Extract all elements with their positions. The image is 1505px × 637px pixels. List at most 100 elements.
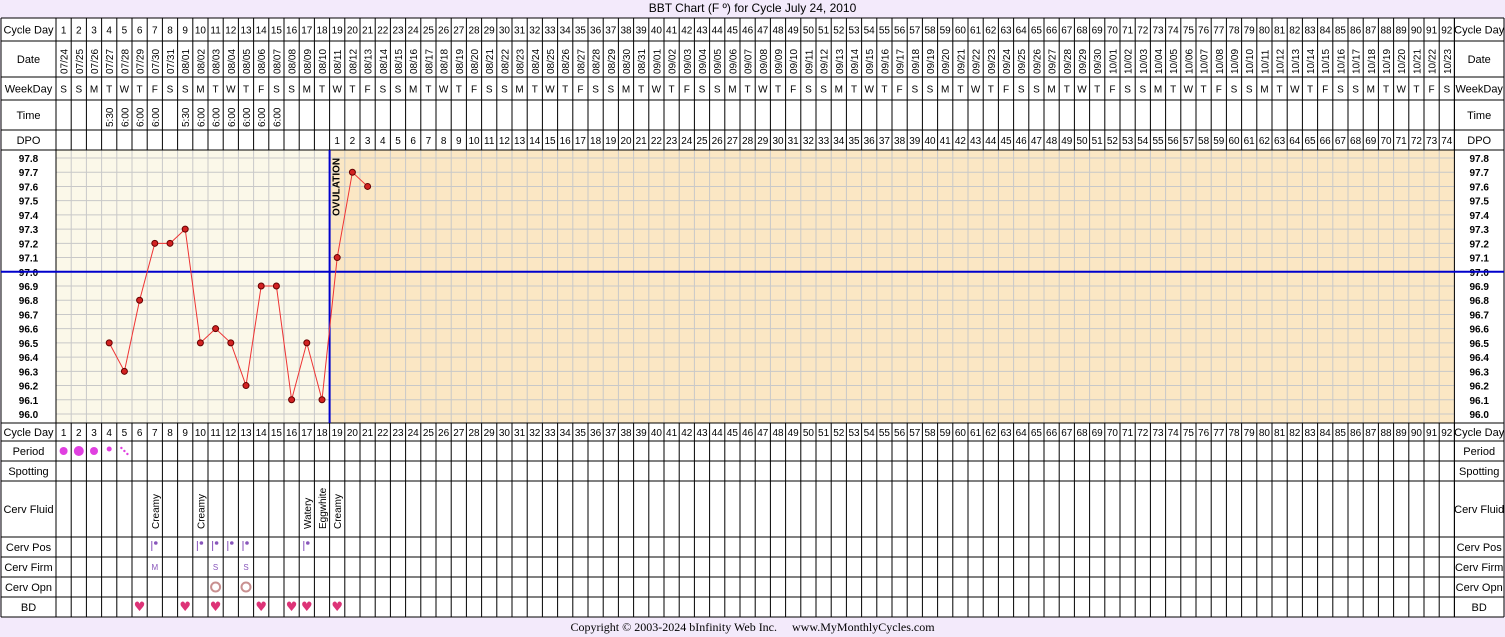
weekday-label: T: [243, 85, 249, 96]
cycle-day-number: 2: [76, 428, 82, 439]
cycle-day-number: 15: [271, 428, 283, 439]
cycle-day-number: 60: [955, 428, 967, 439]
weekday-label: W: [120, 85, 130, 96]
date-label: 07/30: [151, 49, 162, 74]
y-tick-right: 97.0: [1469, 268, 1489, 279]
cycle-day-number: 77: [1213, 26, 1225, 37]
y-tick-left: 97.7: [19, 168, 39, 179]
y-tick-left: 96.1: [19, 396, 39, 407]
date-label: 08/25: [546, 49, 557, 74]
weekday-label: S: [1231, 85, 1238, 96]
weekday-label: W: [652, 85, 662, 96]
row-label-right: Cerv Pos: [1457, 542, 1503, 554]
cycle-day-number: 7: [152, 428, 158, 439]
dpo-number: 34: [833, 136, 845, 147]
cycle-day-number: 53: [848, 428, 860, 439]
cycle-day-number: 7: [152, 26, 158, 37]
cycle-day-number: 56: [894, 428, 906, 439]
cycle-day-number: 61: [970, 428, 982, 439]
cycle-day-number: 90: [1411, 428, 1423, 439]
dpo-number: 41: [940, 136, 952, 147]
dpo-number: 55: [1152, 136, 1164, 147]
row-label-left: Period: [13, 446, 45, 458]
date-label: 08/10: [318, 49, 329, 74]
row-label-left: Cerv Pos: [6, 542, 52, 554]
weekday-label: F: [152, 85, 158, 96]
cycle-day-number: 52: [833, 26, 845, 37]
cycle-day-number: 76: [1198, 26, 1210, 37]
date-label: 07/31: [166, 49, 177, 74]
cycle-day-number: 91: [1426, 428, 1438, 439]
bd-heart-icon: ♥: [210, 600, 222, 615]
dpo-number: 23: [666, 136, 678, 147]
cycle-day-number: 74: [1168, 26, 1180, 37]
cycle-day-number: 10: [195, 428, 207, 439]
cycle-day-number: 75: [1183, 26, 1195, 37]
weekday-label: T: [638, 85, 644, 96]
copyright-text: Copyright © 2003-2024 bInfinity Web Inc.: [570, 620, 778, 634]
cycle-day-number: 42: [681, 428, 693, 439]
cycle-day-number: 37: [605, 428, 617, 439]
cycle-day-number: 82: [1289, 26, 1301, 37]
dpo-number: 56: [1168, 136, 1180, 147]
cycle-day-number: 32: [529, 26, 541, 37]
cycle-day-number: 69: [1092, 428, 1104, 439]
weekday-label: M: [1047, 85, 1055, 96]
date-label: 10/14: [1306, 49, 1317, 74]
date-label: 08/30: [622, 49, 633, 74]
cycle-day-number: 23: [392, 26, 404, 37]
row-label-left: Cycle Day: [3, 427, 54, 439]
cycle-day-number: 30: [499, 26, 511, 37]
date-label: 08/19: [455, 49, 466, 74]
cycle-day-number: 50: [803, 26, 815, 37]
cycle-day-number: 60: [955, 26, 967, 37]
dpo-number: 54: [1137, 136, 1149, 147]
dpo-number: 65: [1304, 136, 1316, 147]
weekday-label: S: [288, 85, 295, 96]
date-label: 10/06: [1184, 49, 1195, 74]
cycle-day-number: 54: [864, 428, 876, 439]
y-tick-left: 97.2: [19, 239, 39, 250]
date-label: 08/07: [272, 49, 283, 74]
dpo-number: 60: [1228, 136, 1240, 147]
row-label-left: Time: [16, 110, 40, 122]
site-link[interactable]: www.MyMonthlyCycles.com: [792, 620, 935, 634]
row-label-right: Cerv Fluid: [1454, 504, 1504, 516]
temperature-point: [136, 296, 144, 304]
row-label-right: Time: [1467, 110, 1491, 122]
date-label: 09/03: [683, 49, 694, 74]
dpo-number: 14: [529, 136, 541, 147]
dpo-number: 22: [651, 136, 663, 147]
y-tick-right: 96.9: [1469, 282, 1489, 293]
cycle-day-number: 49: [788, 428, 800, 439]
dpo-number: 21: [636, 136, 648, 147]
date-label: 09/04: [698, 49, 709, 74]
cycle-day-number: 79: [1244, 26, 1256, 37]
row-label-right: BD: [1472, 602, 1487, 614]
temperature-point: [227, 339, 235, 347]
cycle-day-number: 15: [271, 26, 283, 37]
date-label: 10/02: [1124, 49, 1135, 74]
weekday-label: S: [592, 85, 599, 96]
date-label: 10/15: [1321, 49, 1332, 74]
date-label: 07/25: [75, 49, 86, 74]
cycle-day-number: 2: [76, 26, 82, 37]
bd-heart-icon: ♥: [255, 600, 267, 615]
date-label: 07/26: [90, 49, 101, 74]
cycle-day-number: 9: [182, 26, 188, 37]
dpo-number: 58: [1198, 136, 1210, 147]
row-label-left: WeekDay: [5, 84, 53, 96]
cycle-day-number: 78: [1228, 428, 1240, 439]
date-label: 09/18: [911, 49, 922, 74]
cycle-day-number: 12: [225, 428, 237, 439]
date-label: 10/23: [1443, 49, 1454, 74]
date-label: 09/13: [835, 49, 846, 74]
cycle-day-number: 73: [1152, 26, 1164, 37]
weekday-label: S: [1352, 85, 1359, 96]
cycle-day-number: 74: [1168, 428, 1180, 439]
cycle-day-number: 21: [362, 428, 374, 439]
bd-heart-icon: ♥: [331, 600, 343, 615]
dpo-number: 73: [1426, 136, 1438, 147]
cycle-day-number: 6: [137, 428, 143, 439]
weekday-label: T: [1307, 85, 1313, 96]
